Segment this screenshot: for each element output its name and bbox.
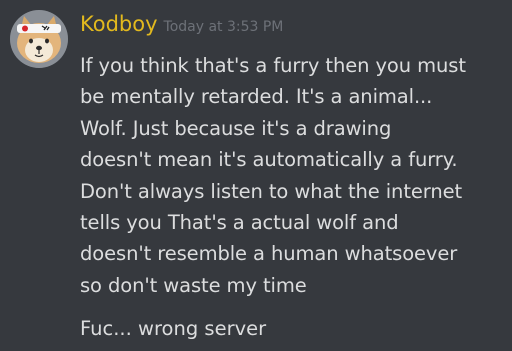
message-line: be mentally retarded. It's a animal...	[80, 85, 433, 109]
message-line: Don't always listen to what the internet	[80, 179, 463, 203]
message-line: doesn't resemble a human whatsoever	[80, 242, 458, 266]
message-line: doesn't mean it's automatically a furry.	[80, 148, 458, 172]
message-body: If you think that's a furry then you mus…	[80, 50, 505, 301]
message-timestamp: Today at 3:53 PM	[163, 19, 284, 35]
message-line: Wolf. Just because it's a drawing	[80, 116, 392, 140]
chat-message: Kodboy Today at 3:53 PM If you think tha…	[0, 0, 512, 351]
username[interactable]: Kodboy	[80, 12, 158, 36]
followup-message: Fuc... wrong server	[80, 317, 267, 340]
user-avatar[interactable]	[10, 10, 68, 68]
message-line: If you think that's a furry then you mus…	[80, 54, 466, 77]
message-line: so don't waste my time	[80, 273, 307, 297]
message-line: tells you That's a actual wolf and	[80, 211, 399, 235]
message-header: Kodboy Today at 3:53 PM	[80, 12, 283, 42]
shiba-dog-avatar-icon	[10, 10, 68, 68]
